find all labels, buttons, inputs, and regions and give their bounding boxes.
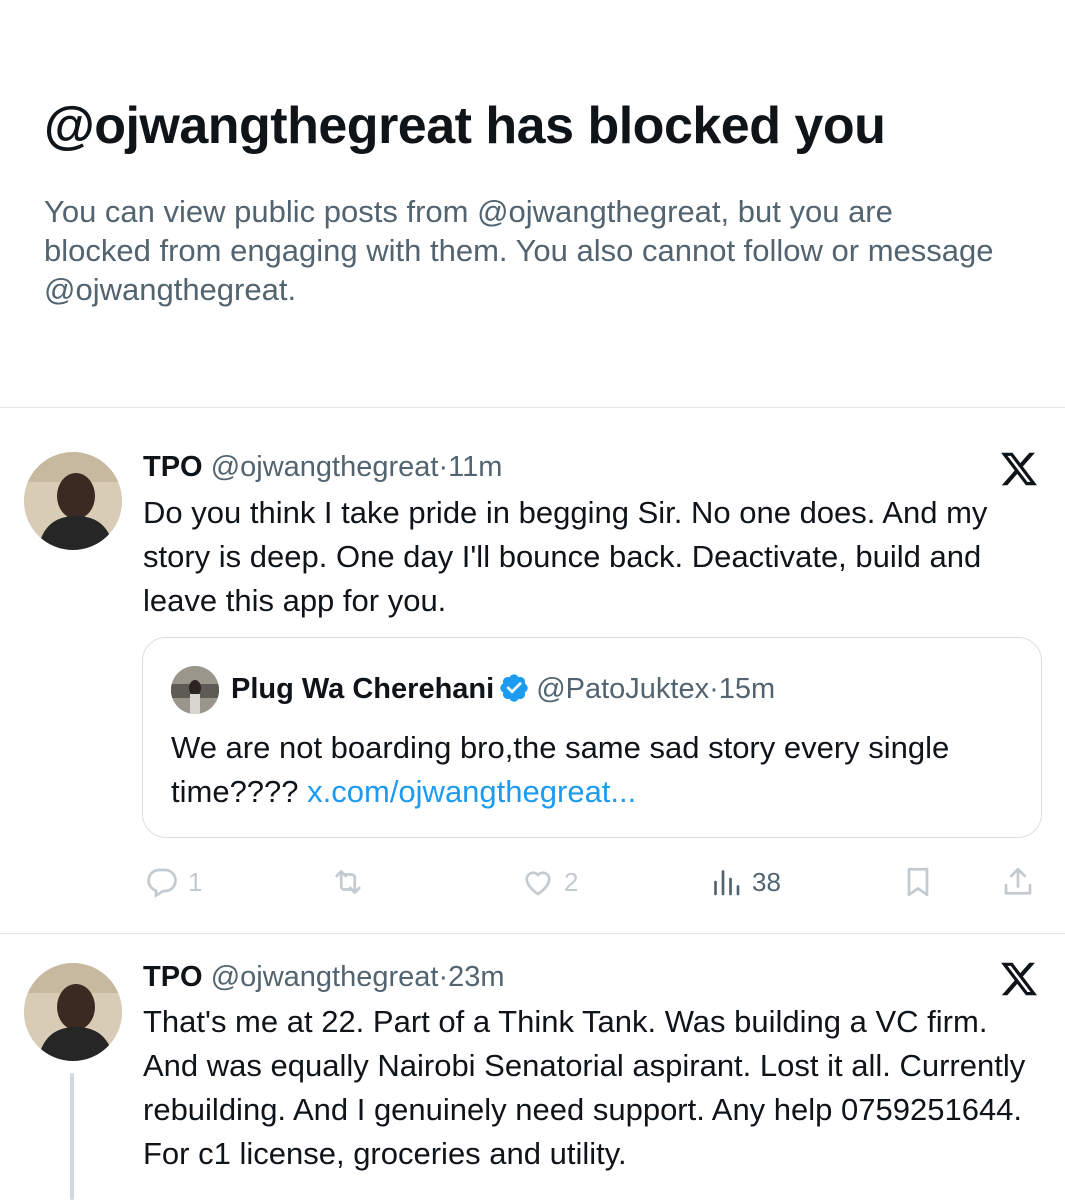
author-handle[interactable]: @ojwangthegreat bbox=[211, 451, 439, 483]
post[interactable]: TPO @ojwangthegreat·23m That's me at 22.… bbox=[0, 933, 1065, 1200]
views-icon bbox=[714, 870, 740, 896]
x-logo-icon bbox=[1001, 452, 1038, 486]
separator-dot: · bbox=[438, 451, 449, 483]
views-count: 38 bbox=[752, 866, 781, 897]
post-header: TPO @ojwangthegreat·23m bbox=[143, 959, 505, 995]
post-actions: 1 2 38 bbox=[0, 860, 1065, 904]
thread-line bbox=[70, 1073, 74, 1200]
share-button[interactable] bbox=[1000, 860, 1036, 904]
like-count: 2 bbox=[564, 866, 579, 897]
block-notice-description: You can view public posts from @ojwangth… bbox=[44, 194, 994, 307]
quote-header: Plug Wa Cherehani @PatoJuktex·15m bbox=[231, 671, 775, 707]
separator-dot: · bbox=[438, 961, 449, 993]
author-name[interactable]: TPO bbox=[143, 961, 203, 993]
bookmark-button[interactable] bbox=[900, 860, 936, 904]
avatar-photo bbox=[24, 963, 122, 1061]
quoted-post[interactable]: Plug Wa Cherehani @PatoJuktex·15m We are … bbox=[142, 637, 1042, 838]
reply-button[interactable]: 1 bbox=[144, 860, 202, 904]
quote-separator-dot: · bbox=[709, 673, 719, 705]
author-handle[interactable]: @ojwangthegreat bbox=[211, 961, 439, 993]
bookmark-icon bbox=[907, 867, 929, 897]
repost-icon bbox=[335, 870, 361, 894]
quote-post-time[interactable]: 15m bbox=[719, 673, 775, 705]
quote-author-handle[interactable]: @PatoJuktex bbox=[536, 673, 709, 705]
post-text: That's me at 22. Part of a Think Tank. W… bbox=[143, 1004, 1026, 1171]
author-name[interactable]: TPO bbox=[143, 451, 203, 483]
post[interactable]: TPO @ojwangthegreat·11m Do you think I t… bbox=[0, 407, 1065, 933]
post-header: TPO @ojwangthegreat·11m bbox=[143, 449, 502, 485]
avatar[interactable] bbox=[24, 963, 122, 1061]
avatar-photo bbox=[24, 452, 122, 550]
quote-author-name[interactable]: Plug Wa Cherehani bbox=[231, 673, 494, 705]
reply-icon bbox=[147, 868, 177, 898]
avatar[interactable] bbox=[24, 452, 122, 550]
quote-avatar-photo bbox=[171, 666, 219, 714]
repost-button[interactable] bbox=[330, 860, 374, 904]
quote-avatar[interactable] bbox=[171, 666, 219, 714]
views-button[interactable]: 38 bbox=[708, 860, 781, 904]
post-time[interactable]: 11m bbox=[448, 451, 502, 483]
share-icon bbox=[1004, 867, 1032, 895]
post-text: Do you think I take pride in begging Sir… bbox=[143, 495, 988, 618]
post-time[interactable]: 23m bbox=[448, 961, 504, 993]
x-logo-icon bbox=[1001, 962, 1038, 996]
block-notice: @ojwangthegreat has blocked you You can … bbox=[44, 92, 1034, 309]
heart-icon bbox=[525, 871, 551, 896]
like-button[interactable]: 2 bbox=[520, 860, 578, 904]
quote-link[interactable]: x.com/ojwangthegreat... bbox=[307, 774, 636, 809]
verified-badge-icon bbox=[500, 674, 528, 702]
block-notice-title: @ojwangthegreat has blocked you bbox=[44, 97, 886, 155]
quote-text: We are not boarding bro,the same sad sto… bbox=[171, 726, 1011, 814]
reply-count: 1 bbox=[188, 866, 203, 897]
